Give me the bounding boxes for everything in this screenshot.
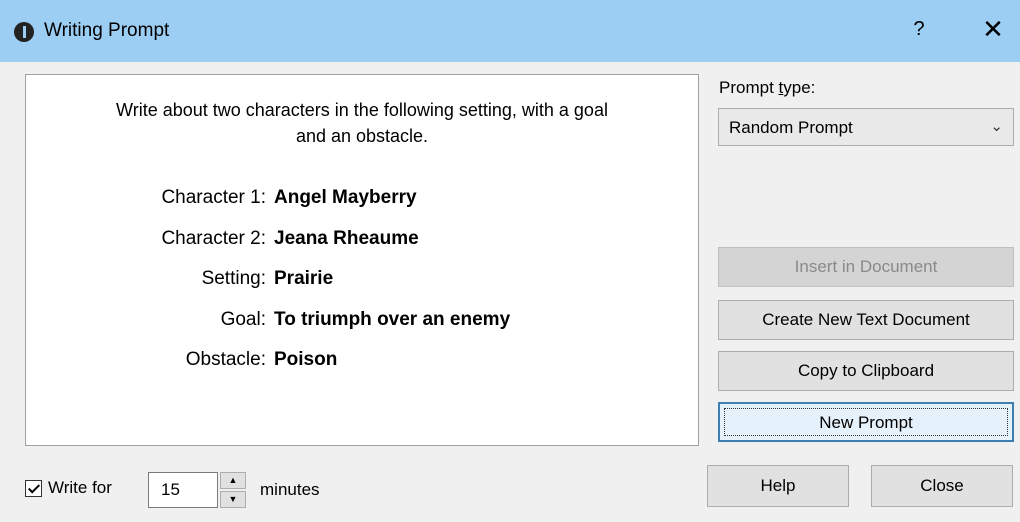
field-value: To triumph over an enemy (274, 309, 511, 330)
field-label: Goal: (220, 309, 266, 330)
field-row-setting: Setting: Prairie (26, 268, 698, 294)
prompt-intro: Write about two characters in the follow… (46, 97, 678, 149)
close-icon[interactable]: ✕ (976, 14, 1010, 44)
focus-rect (724, 408, 1008, 436)
copy-to-clipboard-button[interactable]: Copy to Clipboard (718, 351, 1014, 391)
field-row-goal: Goal: To triumph over an enemy (26, 309, 698, 335)
field-label: Obstacle: (185, 349, 266, 370)
minutes-label: minutes (260, 480, 320, 499)
app-icon (14, 22, 34, 42)
prompt-intro-line2: and an obstacle. (295, 126, 429, 146)
prompt-type-label: Prompt type: (719, 78, 816, 97)
create-new-text-document-button[interactable]: Create New Text Document (718, 300, 1014, 340)
chevron-down-icon: ⌄ (990, 118, 1003, 135)
minutes-stepper: ▲ ▼ (220, 472, 246, 508)
prompt-type-value: Random Prompt (729, 118, 853, 137)
field-value: Poison (274, 349, 338, 370)
window-title: Writing Prompt (44, 20, 170, 41)
field-value: Angel Mayberry (274, 187, 417, 208)
close-button[interactable]: Close (871, 465, 1013, 507)
field-label: Setting: (201, 268, 266, 289)
new-prompt-button[interactable]: New Prompt (718, 402, 1014, 442)
insert-in-document-button[interactable]: Insert in Document (718, 247, 1014, 287)
field-row-obstacle: Obstacle: Poison (26, 349, 698, 375)
field-label: Character 2: (161, 228, 266, 249)
write-for-checkbox[interactable] (25, 480, 42, 497)
minutes-input[interactable]: 15 (148, 472, 218, 508)
stepper-up-icon[interactable]: ▲ (220, 472, 246, 489)
write-for-label[interactable]: Write for (48, 478, 112, 498)
minutes-value: 15 (161, 480, 180, 499)
field-row-character-1: Character 1: Angel Mayberry (26, 187, 698, 213)
prompt-intro-line1: Write about two characters in the follow… (116, 100, 608, 120)
help-icon[interactable]: ? (904, 18, 934, 41)
field-value: Prairie (274, 268, 334, 289)
field-row-character-2: Character 2: Jeana Rheaume (26, 228, 698, 254)
field-value: Jeana Rheaume (274, 228, 419, 249)
field-label: Character 1: (161, 187, 266, 208)
help-button[interactable]: Help (707, 465, 849, 507)
prompt-type-select[interactable]: Random Prompt ⌄ (718, 108, 1014, 146)
stepper-down-icon[interactable]: ▼ (220, 491, 246, 508)
prompt-panel: Write about two characters in the follow… (25, 74, 699, 446)
title-bar: Writing Prompt ? ✕ (0, 0, 1020, 62)
